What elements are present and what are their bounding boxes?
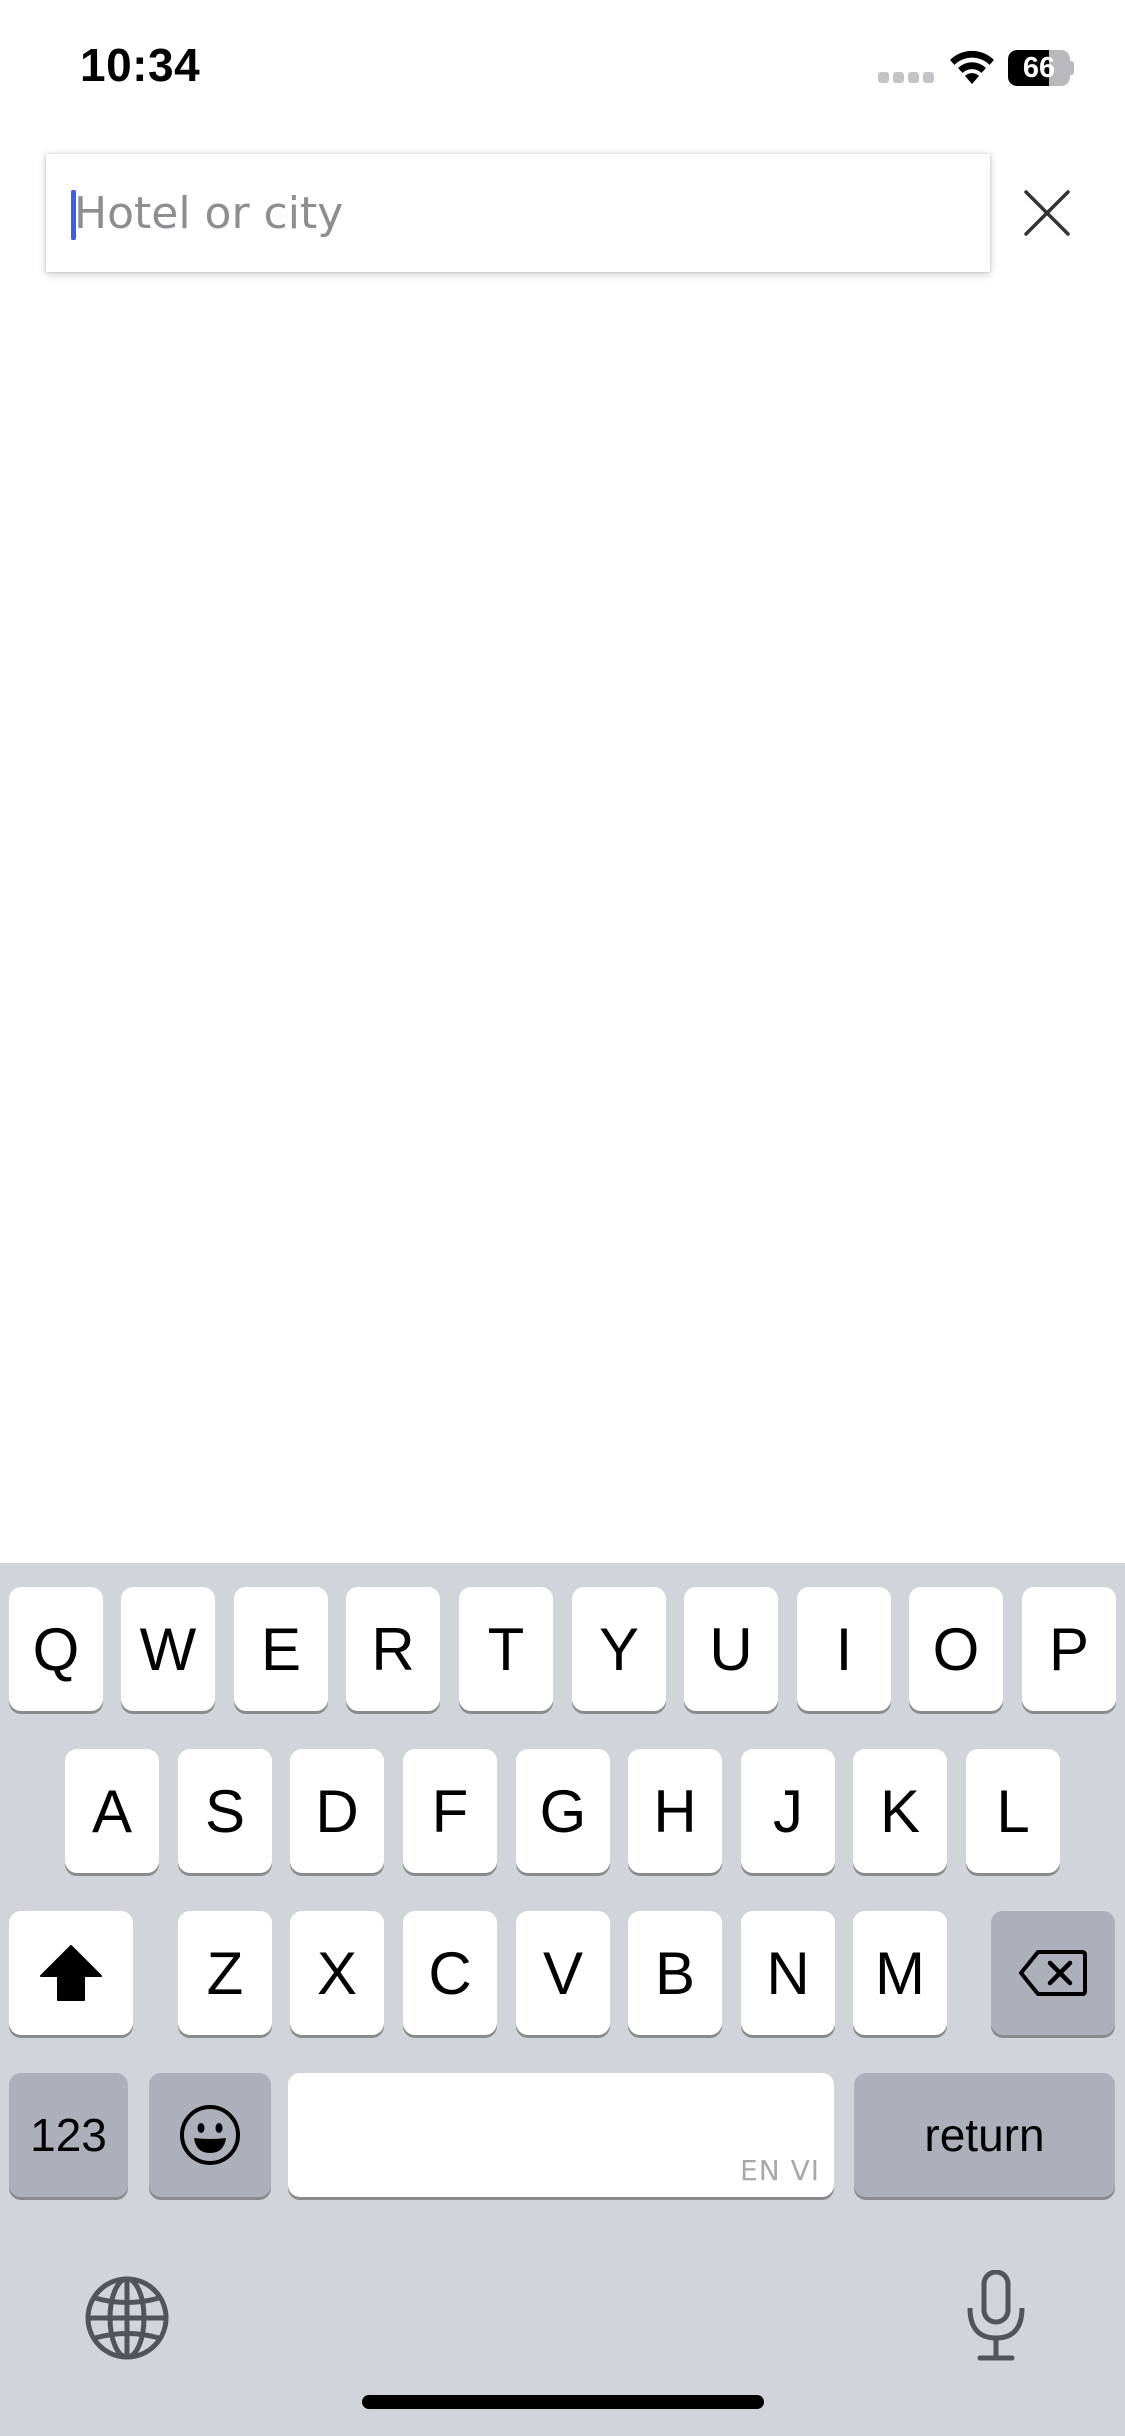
key-q[interactable]: Q: [9, 1587, 103, 1711]
key-y[interactable]: Y: [572, 1587, 666, 1711]
globe-icon[interactable]: [84, 2275, 170, 2361]
status-time: 10:34: [80, 39, 201, 91]
microphone-icon[interactable]: [964, 2270, 1028, 2362]
battery-level: 66: [1022, 52, 1056, 84]
search-input[interactable]: [74, 154, 954, 272]
delete-key[interactable]: [991, 1911, 1115, 2035]
wifi-icon: [950, 50, 994, 84]
search-box[interactable]: [46, 154, 990, 272]
status-bar: 10:34 66: [0, 0, 1125, 140]
key-a[interactable]: A: [65, 1749, 159, 1873]
shift-icon: [40, 1945, 102, 2001]
space-key[interactable]: EN VI: [288, 2073, 834, 2197]
key-f[interactable]: F: [403, 1749, 497, 1873]
numbers-key-label: 123: [30, 2109, 107, 2161]
close-icon: [1024, 190, 1070, 236]
key-c[interactable]: C: [403, 1911, 497, 2035]
key-g[interactable]: G: [516, 1749, 610, 1873]
key-l[interactable]: L: [966, 1749, 1060, 1873]
key-v[interactable]: V: [516, 1911, 610, 2035]
key-h[interactable]: H: [628, 1749, 722, 1873]
return-key-label: return: [924, 2109, 1045, 2161]
battery-icon: 66: [1008, 50, 1074, 86]
key-w[interactable]: W: [121, 1587, 215, 1711]
key-r[interactable]: R: [346, 1587, 440, 1711]
close-button[interactable]: [1016, 182, 1078, 244]
key-u[interactable]: U: [684, 1587, 778, 1711]
screen: 10:34 66 Q W E R: [0, 0, 1125, 2436]
key-t[interactable]: T: [459, 1587, 553, 1711]
home-indicator: [362, 2395, 764, 2409]
numbers-key[interactable]: 123: [9, 2073, 128, 2197]
key-n[interactable]: N: [741, 1911, 835, 2035]
key-z[interactable]: Z: [178, 1911, 272, 2035]
emoji-icon: [180, 2105, 240, 2165]
key-j[interactable]: J: [741, 1749, 835, 1873]
signal-icon: [878, 72, 934, 86]
key-d[interactable]: D: [290, 1749, 384, 1873]
key-m[interactable]: M: [853, 1911, 947, 2035]
delete-icon: [1019, 1950, 1087, 1996]
key-s[interactable]: S: [178, 1749, 272, 1873]
key-b[interactable]: B: [628, 1911, 722, 2035]
key-e[interactable]: E: [234, 1587, 328, 1711]
key-p[interactable]: P: [1022, 1587, 1116, 1711]
key-k[interactable]: K: [853, 1749, 947, 1873]
space-key-language: EN VI: [740, 2154, 820, 2187]
emoji-key[interactable]: [149, 2073, 271, 2197]
return-key[interactable]: return: [854, 2073, 1115, 2197]
key-x[interactable]: X: [290, 1911, 384, 2035]
shift-key[interactable]: [9, 1911, 133, 2035]
key-i[interactable]: I: [797, 1587, 891, 1711]
key-o[interactable]: O: [909, 1587, 1003, 1711]
